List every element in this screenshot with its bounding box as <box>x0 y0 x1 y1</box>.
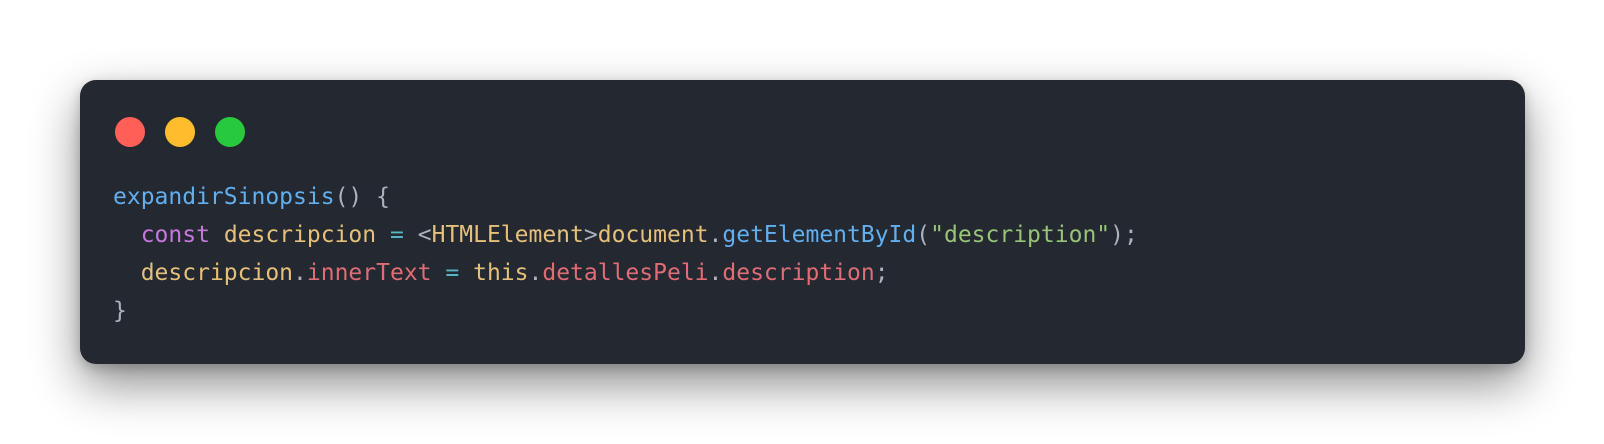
code-token: description <box>722 260 875 286</box>
code-token: . <box>293 260 307 286</box>
code-token: () { <box>334 184 390 210</box>
code-line: expandirSinopsis() { <box>113 178 1138 216</box>
code-token: "description" <box>930 222 1111 248</box>
code-block: expandirSinopsis() { const descripcion =… <box>113 178 1138 330</box>
code-token: descripcion <box>140 260 294 286</box>
close-dot-icon[interactable] <box>115 117 145 147</box>
code-token: > <box>583 222 598 248</box>
code-token: this <box>473 260 529 286</box>
maximize-dot-icon[interactable] <box>215 117 245 147</box>
code-token: ); <box>1110 222 1138 248</box>
code-token: . <box>708 222 723 248</box>
code-token: getElementById <box>722 222 917 248</box>
code-line: descripcion.innerText = this.detallesPel… <box>113 254 1138 292</box>
code-token: } <box>113 298 127 324</box>
code-token: document <box>597 222 709 248</box>
code-token: = <box>390 222 404 248</box>
code-window: expandirSinopsis() { const descripcion =… <box>80 80 1525 364</box>
code-token: ( <box>916 222 931 248</box>
window-controls <box>115 117 245 147</box>
code-token: detallesPeli <box>542 260 709 286</box>
code-token: expandirSinopsis <box>113 184 335 210</box>
code-token: descripcion <box>223 222 377 248</box>
code-token: . <box>708 260 723 286</box>
code-token: < <box>403 222 432 248</box>
code-token: = <box>445 260 460 286</box>
minimize-dot-icon[interactable] <box>165 117 195 147</box>
code-line: const descripcion = <HTMLElement>documen… <box>113 216 1138 254</box>
code-token: ; <box>874 260 889 286</box>
code-line: } <box>113 292 1138 330</box>
code-token: HTMLElement <box>431 222 584 248</box>
code-token: const <box>140 222 210 248</box>
code-token: . <box>528 260 543 286</box>
code-token: innerText <box>306 260 432 286</box>
